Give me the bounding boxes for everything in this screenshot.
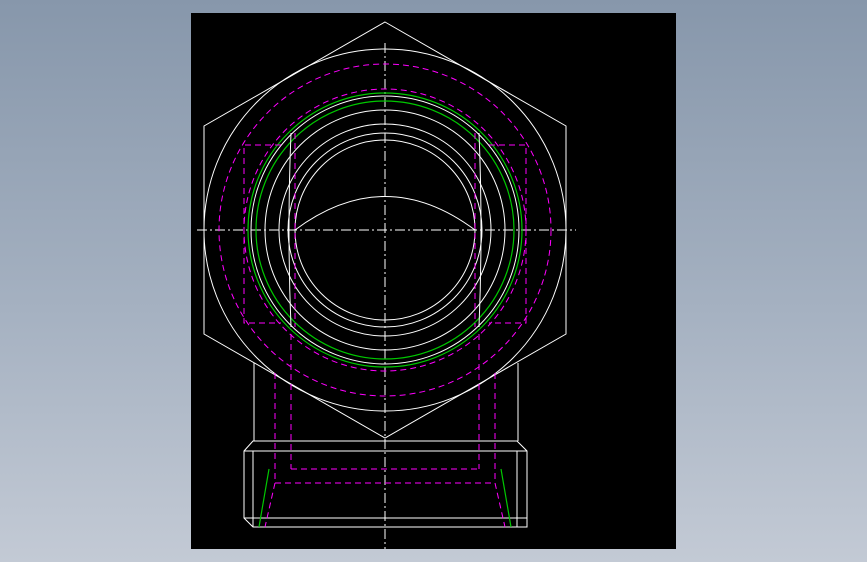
drawing-canvas[interactable] (191, 13, 676, 549)
hidden-port-left (243, 144, 281, 324)
top-view (197, 21, 576, 549)
hidden-taper-right (494, 482, 506, 528)
hidden-port-right (489, 144, 527, 324)
cad-drawing (197, 21, 576, 549)
cad-viewport[interactable] (0, 0, 867, 562)
hidden-taper-left (264, 482, 276, 528)
